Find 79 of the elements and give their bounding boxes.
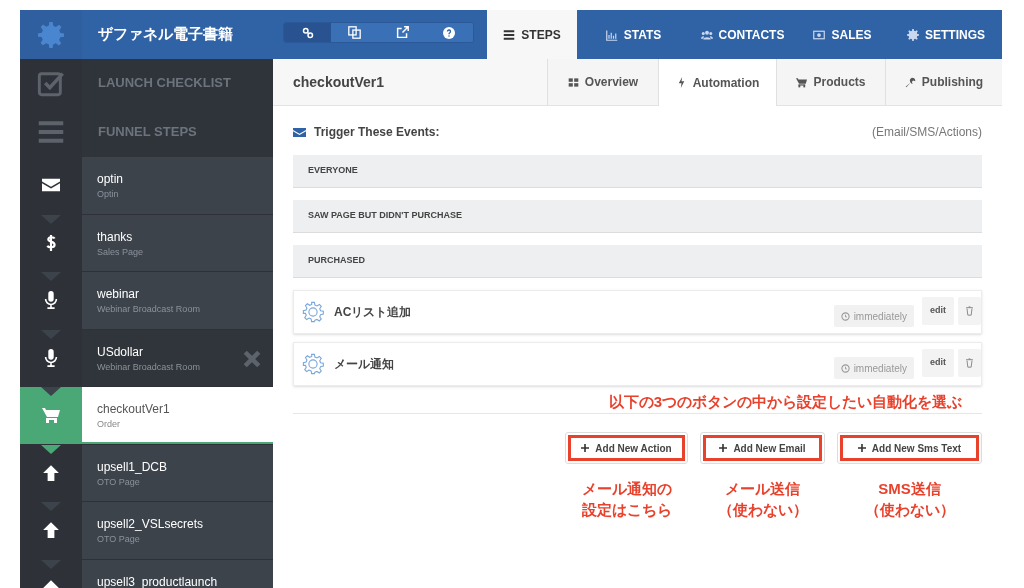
help-icon <box>442 26 456 39</box>
action-name: メール通知 <box>334 356 395 373</box>
envelope-icon <box>293 126 306 138</box>
money-icon <box>813 28 826 41</box>
up-arrow-icon <box>42 521 60 540</box>
timing-badge: immediately <box>833 305 914 327</box>
gear-icon <box>302 353 324 375</box>
nav-tab[interactable]: CONTACTS <box>690 10 795 59</box>
delete-button[interactable] <box>958 297 981 325</box>
users-icon <box>700 28 713 41</box>
annotation-text: 以下の3つのボタンの中から設定したい自動化を選ぶ <box>608 394 962 410</box>
add-button[interactable]: Add New Action <box>565 432 688 464</box>
step-type: Webinar Broadcast Room <box>97 303 200 316</box>
step-name: upsell1_DCB <box>97 458 168 475</box>
microphone-icon <box>42 291 60 310</box>
step-type: Optin <box>97 188 119 201</box>
step-type: OTO Page <box>97 475 140 489</box>
step-name: thanks <box>97 228 133 245</box>
settings-icon <box>38 21 64 48</box>
step-type: OTO Page <box>97 533 140 546</box>
nav-tab[interactable]: STATS <box>577 10 690 59</box>
annotation-caption: メール送信 <box>725 479 800 499</box>
cart-icon <box>796 76 808 88</box>
trash-icon <box>965 358 974 368</box>
event-group[interactable]: PURCHASED <box>293 245 982 278</box>
funnel-step[interactable]: USdollar Webinar Broadcast Room <box>82 329 273 386</box>
clock-icon <box>840 363 850 373</box>
funnel-step[interactable]: checkoutVer1 Order <box>82 387 273 444</box>
annotation-caption: （使わない） <box>864 500 955 520</box>
edit-button[interactable]: edit <box>922 349 954 377</box>
section-heading: Trigger These Events: <box>314 124 440 141</box>
up-arrow-icon <box>42 463 60 482</box>
step-name: checkoutVer1 <box>97 401 170 417</box>
nav-tab[interactable]: STEPS <box>487 10 577 59</box>
annotation-caption: メール通知の <box>581 479 672 499</box>
funnel-name: ザファネル電子書籍 <box>97 24 234 45</box>
gear-icon <box>302 301 324 323</box>
edit-button[interactable]: edit <box>922 297 954 325</box>
settings-icon <box>907 28 919 41</box>
menu-icon <box>503 28 516 41</box>
link-icon <box>301 26 315 39</box>
annotation-caption: （使わない） <box>717 500 808 520</box>
grid-icon <box>567 76 579 88</box>
copy-icon <box>348 26 362 39</box>
clock-icon <box>840 311 850 321</box>
add-button[interactable]: Add New Sms Text <box>837 432 982 464</box>
step-name: optin <box>97 171 124 187</box>
wrench-icon <box>904 76 916 88</box>
step-type: Order <box>97 418 120 431</box>
external-link-icon <box>395 26 409 39</box>
step-name: USdollar <box>97 343 144 360</box>
timing-badge: immediately <box>833 357 914 379</box>
plus-icon <box>581 444 590 452</box>
event-group[interactable]: SAW PAGE BUT DIDN'T PURCHASE <box>293 200 982 233</box>
plus-icon <box>857 444 866 452</box>
subtab[interactable]: Automation <box>658 59 776 106</box>
step-type: Sales Page <box>97 245 144 259</box>
step-connector <box>41 387 61 396</box>
nav-tab[interactable]: SETTINGS <box>890 10 1002 59</box>
microphone-icon <box>42 348 60 367</box>
delete-button[interactable] <box>958 349 981 377</box>
action-name: ACリスト追加 <box>334 304 413 321</box>
add-button[interactable]: Add New Email <box>700 432 825 464</box>
step-name: upsell3_productlaunch <box>97 573 218 588</box>
section-hint: (Email/SMS/Actions) <box>871 124 982 141</box>
cart-icon <box>42 406 60 425</box>
plus-icon <box>719 444 728 452</box>
nav-tab[interactable]: SALES <box>795 10 890 59</box>
event-group[interactable]: EVERYONE <box>293 155 982 188</box>
annotation-caption: SMS送信 <box>878 479 941 499</box>
close-icon[interactable] <box>243 349 261 368</box>
step-name: webinar <box>97 286 140 302</box>
step-name: upsell2_VSLsecrets <box>97 516 204 532</box>
toolbar-button[interactable] <box>284 23 332 42</box>
page-title: checkoutVer1 <box>292 72 386 92</box>
annotation-caption: 設定はこちら <box>581 500 672 520</box>
trash-icon <box>965 306 974 316</box>
step-type: Webinar Broadcast Room <box>97 360 200 374</box>
bar-chart-icon <box>605 28 618 41</box>
